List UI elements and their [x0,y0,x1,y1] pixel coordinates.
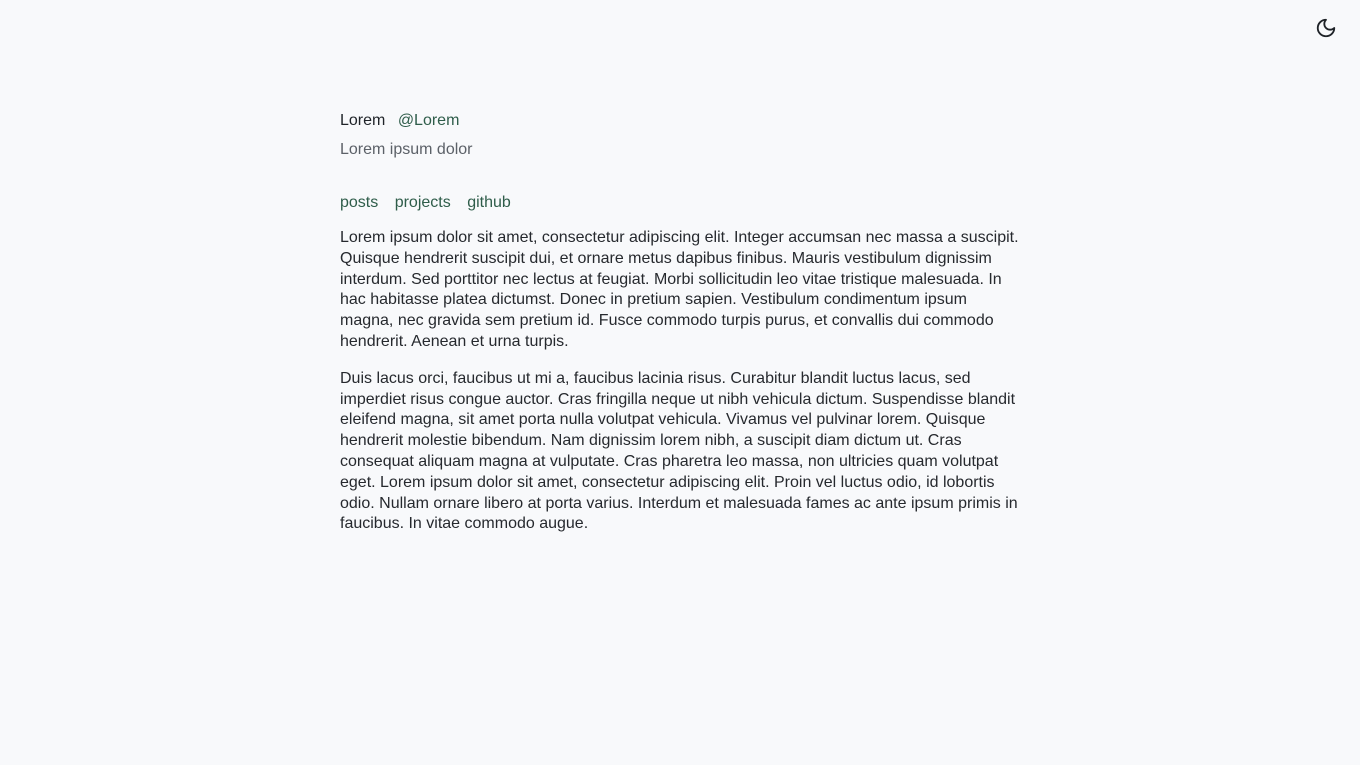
main-content: Lorem ipsum dolor sit amet, consectetur … [340,228,1020,535]
moon-icon [1315,17,1337,44]
content-paragraph: Lorem ipsum dolor sit amet, consectetur … [340,229,1019,350]
profile-handle-link[interactable]: @Lorem [398,112,460,129]
profile-tagline: Lorem ipsum dolor [340,141,473,158]
page-container: Lorem @Lorem Lorem ipsum dolor posts pro… [340,110,1020,551]
nav-link-github[interactable]: github [467,194,511,211]
main-nav: posts projects github [340,192,1020,214]
theme-toggle-button[interactable] [1313,17,1339,43]
nav-link-posts[interactable]: posts [340,194,378,211]
profile-name: Lorem [340,112,386,129]
nav-link-projects[interactable]: projects [395,194,451,211]
content-paragraph: Duis lacus orci, faucibus ut mi a, fauci… [340,369,1018,533]
profile-header: Lorem @Lorem [340,110,1020,132]
